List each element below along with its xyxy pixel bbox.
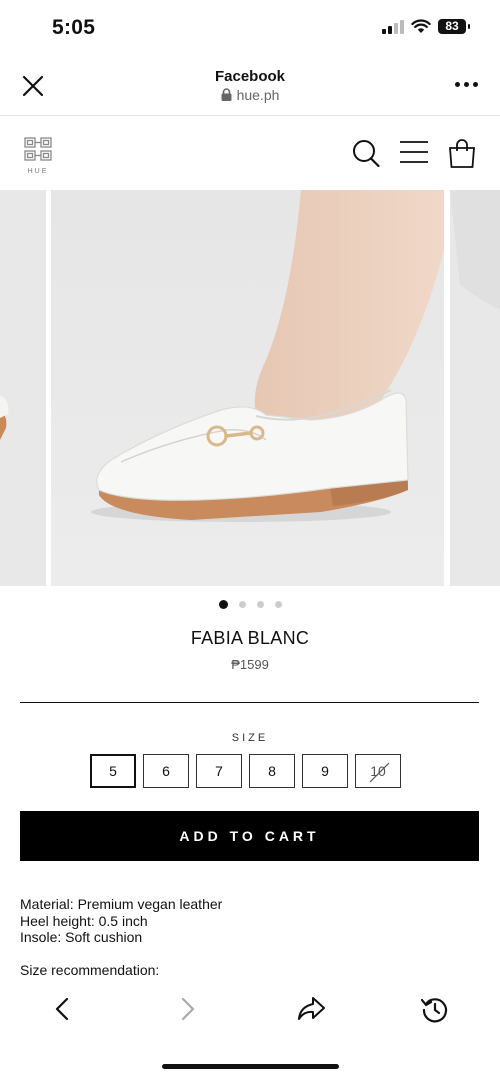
logo-text: HUE — [27, 168, 49, 175]
cellular-signal-icon — [382, 19, 404, 34]
size-option-10[interactable]: 10 — [355, 754, 401, 788]
detail-material: Material: Premium vegan leather — [20, 896, 223, 912]
logo-mark-icon — [24, 137, 52, 161]
size-options: 5 6 7 8 9 10 — [90, 754, 401, 788]
history-icon[interactable] — [421, 996, 449, 1024]
size-recommendation: Size recommendation: — [20, 962, 160, 978]
url-text: hue.ph — [236, 87, 280, 103]
divider — [20, 702, 479, 703]
detail-insole: Insole: Soft cushion — [20, 929, 143, 945]
size-option-9[interactable]: 9 — [302, 754, 348, 788]
size-option-label: 6 — [162, 763, 170, 779]
detail-heel-height: Heel height: 0.5 inch — [20, 912, 148, 929]
browser-toolbar — [0, 985, 500, 1035]
shopping-bag-icon[interactable] — [448, 139, 476, 169]
carousel-dot[interactable] — [256, 601, 264, 608]
size-option-8[interactable]: 8 — [249, 754, 295, 788]
previous-slide[interactable] — [0, 190, 46, 586]
more-dot — [464, 82, 469, 87]
carousel-dot[interactable] — [238, 601, 246, 608]
product-details: Material: Premium vegan leather Heel hei… — [20, 896, 222, 946]
next-slide[interactable] — [450, 190, 500, 586]
size-option-label: 5 — [109, 763, 117, 779]
size-option-label: 7 — [215, 763, 223, 779]
product-price: ₱1599 — [231, 657, 269, 672]
forward-icon[interactable] — [178, 996, 198, 1022]
lock-icon — [221, 88, 232, 101]
product-name: FABIA BLANC — [190, 628, 310, 648]
site-navigation: HUE — [0, 117, 500, 189]
menu-icon[interactable] — [399, 139, 429, 165]
browser-title: Facebook — [214, 68, 286, 85]
browser-header: Facebook hue.ph — [0, 56, 500, 116]
size-option-7[interactable]: 7 — [196, 754, 242, 788]
browser-url[interactable]: hue.ph — [0, 87, 500, 103]
status-icons: 83 — [382, 19, 470, 34]
size-option-label: 9 — [321, 763, 329, 779]
home-indicator[interactable] — [162, 1064, 339, 1069]
product-image-carousel[interactable] — [0, 190, 500, 586]
size-label: SIZE — [231, 732, 269, 744]
hue-logo[interactable]: HUE — [24, 137, 52, 175]
add-to-cart-button[interactable]: ADD TO CART — [20, 811, 479, 861]
carousel-dot[interactable] — [274, 601, 282, 608]
shoe-image-partial — [450, 190, 500, 586]
more-dot — [473, 82, 478, 87]
current-slide[interactable] — [51, 190, 444, 586]
more-options-button[interactable] — [455, 82, 478, 87]
carousel-dots — [0, 600, 500, 609]
size-option-6[interactable]: 6 — [143, 754, 189, 788]
battery-indicator: 83 — [438, 19, 470, 34]
more-dot — [455, 82, 460, 87]
search-icon[interactable] — [352, 139, 380, 169]
white-loafer-image — [51, 190, 444, 586]
back-icon[interactable] — [52, 996, 72, 1022]
size-option-label: 8 — [268, 763, 276, 779]
shoe-image-partial — [0, 190, 46, 586]
unavailable-strike-icon — [369, 762, 390, 783]
wifi-icon — [411, 19, 431, 33]
status-bar: 5:05 83 — [0, 0, 500, 56]
status-time: 5:05 — [52, 16, 96, 39]
carousel-dot[interactable] — [218, 600, 228, 609]
share-icon[interactable] — [296, 996, 326, 1022]
size-option-5[interactable]: 5 — [90, 754, 136, 788]
